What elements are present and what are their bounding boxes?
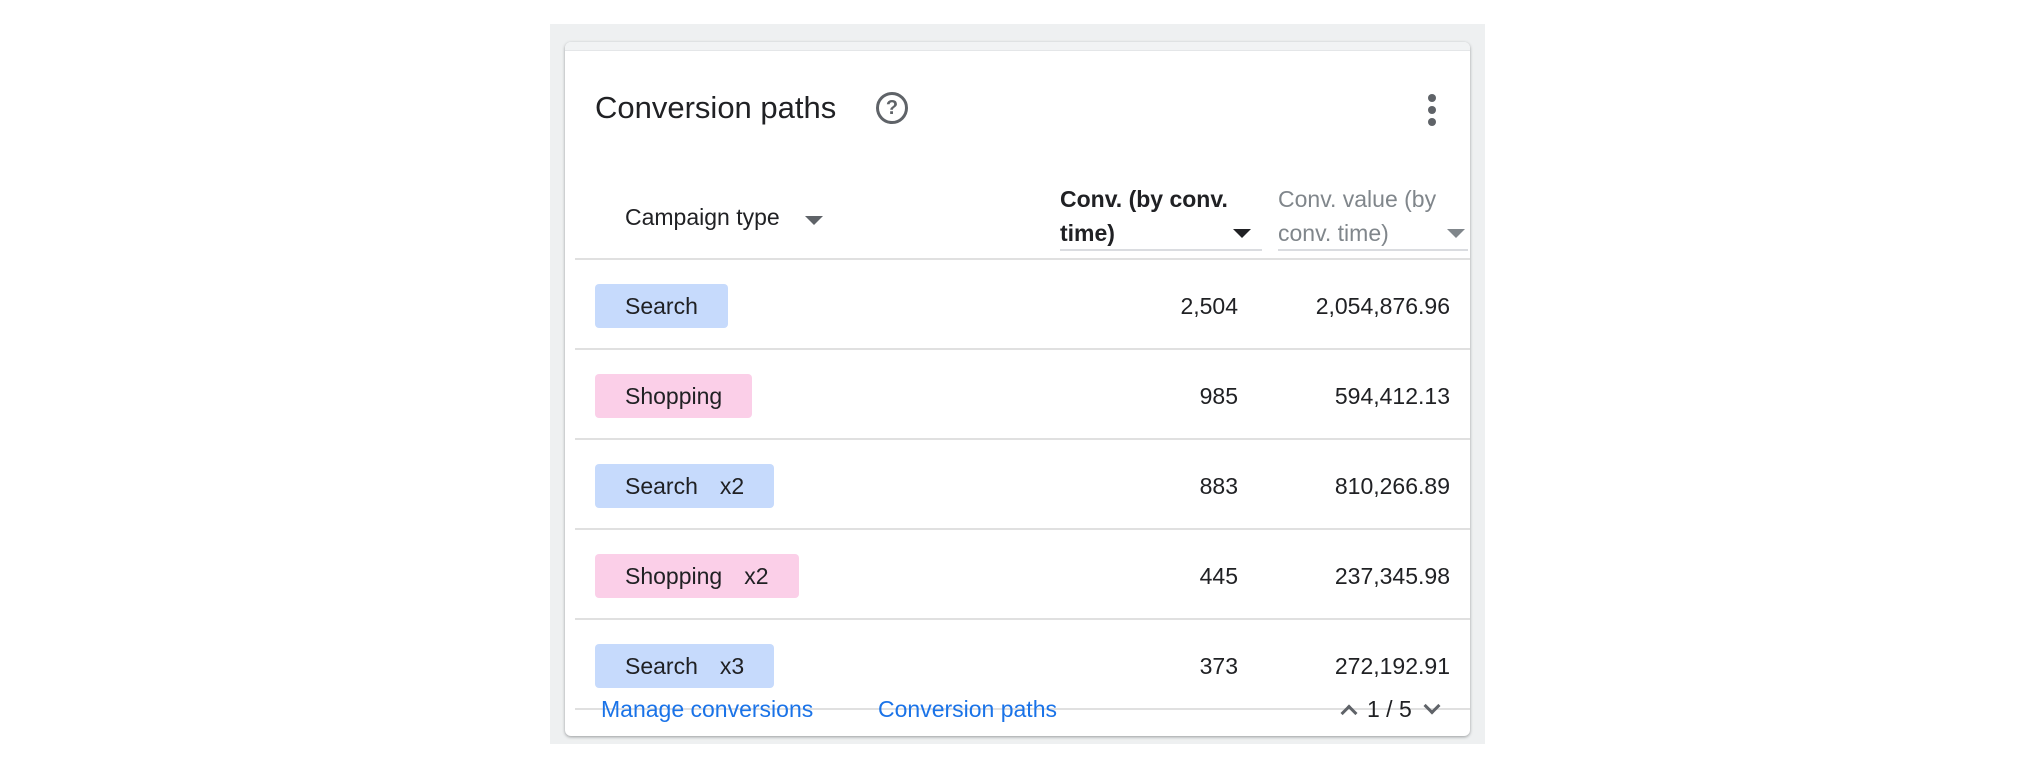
path-chip: Search x2 [595, 464, 775, 508]
conversion-value: 237,345.98 [1334, 563, 1450, 589]
conversions-value: 2,504 [1180, 293, 1238, 319]
conversion-paths-table: Search 2,504 2,054,876.96 Shopping 985 5… [575, 258, 1470, 710]
column-header-underline [1060, 249, 1262, 251]
path-chip: Search [595, 284, 728, 328]
path-label: Shopping [625, 563, 723, 589]
path-chip: Shopping x2 [595, 554, 799, 598]
pager-label: 1 / 5 [1367, 695, 1412, 722]
column-header-value-line2: conv. time) [1278, 220, 1389, 246]
conversion-paths-card: Conversion paths ? Campaign type Conv. (… [565, 42, 1470, 736]
path-chip: Shopping [595, 374, 753, 418]
sort-caret-icon[interactable] [1233, 229, 1251, 238]
conversions-value: 985 [1199, 383, 1238, 409]
column-header-conversions-line1: Conv. (by conv. [1060, 186, 1228, 212]
path-multiplier: x2 [744, 563, 769, 589]
table-row: Shopping 985 594,412.13 [575, 350, 1470, 438]
pagination: 1 / 5 [1335, 694, 1446, 724]
card-top-edge [565, 42, 1470, 51]
conversions-value: 883 [1199, 473, 1238, 499]
card-title: Conversion paths [595, 90, 837, 125]
path-label: Search [625, 473, 698, 499]
path-label: Search [625, 653, 698, 679]
column-header-conversion-value[interactable]: Conv. value (by conv. time) [1278, 182, 1468, 250]
path-label: Search [625, 293, 698, 319]
conversion-value: 272,192.91 [1334, 653, 1450, 679]
column-header-underline [1278, 249, 1468, 251]
help-circle-icon[interactable]: ? [876, 92, 908, 124]
dropdown-caret-icon[interactable] [805, 216, 823, 225]
conversion-paths-link[interactable]: Conversion paths [878, 694, 1057, 724]
sort-caret-icon[interactable] [1447, 229, 1465, 238]
path-multiplier: x3 [719, 653, 745, 679]
column-header-campaign-type[interactable]: Campaign type [625, 202, 780, 232]
table-row: Shopping x2 445 237,345.98 [575, 530, 1470, 618]
path-multiplier: x2 [719, 473, 745, 499]
path-label: Shopping [625, 383, 723, 409]
column-header-conversions-line2: time) [1060, 220, 1115, 246]
column-header-value-line1: Conv. value (by [1278, 186, 1437, 212]
manage-conversions-link[interactable]: Manage conversions [601, 694, 813, 724]
conversion-value: 594,412.13 [1334, 383, 1450, 409]
conversions-value: 445 [1199, 563, 1238, 589]
conversions-value: 373 [1199, 653, 1238, 679]
chevron-down-icon[interactable] [1423, 697, 1441, 715]
table-row: Search 2,504 2,054,876.96 [575, 260, 1470, 348]
path-chip: Search x3 [595, 644, 775, 688]
table-row: Search x2 883 810,266.89 [575, 440, 1470, 528]
conversion-value: 2,054,876.96 [1315, 293, 1450, 319]
conversion-value: 810,266.89 [1334, 473, 1450, 499]
chevron-up-icon[interactable] [1340, 704, 1358, 722]
column-header-conversions[interactable]: Conv. (by conv. time) [1060, 182, 1260, 250]
more-vert-icon[interactable] [1427, 92, 1437, 128]
